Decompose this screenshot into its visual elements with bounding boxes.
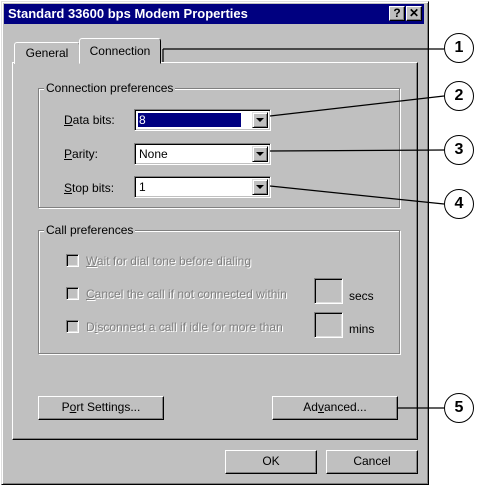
callout-line-3: [269, 149, 445, 152]
callout-3: 3: [444, 135, 474, 165]
callout-5: 5: [444, 393, 474, 423]
callout-line-4: [269, 185, 445, 205]
callout-line-2: [269, 95, 445, 117]
callout-4: 4: [444, 189, 474, 219]
callout-lines: [162, 48, 445, 409]
callout-1: 1: [444, 33, 474, 63]
callout-2: 2: [444, 81, 474, 111]
